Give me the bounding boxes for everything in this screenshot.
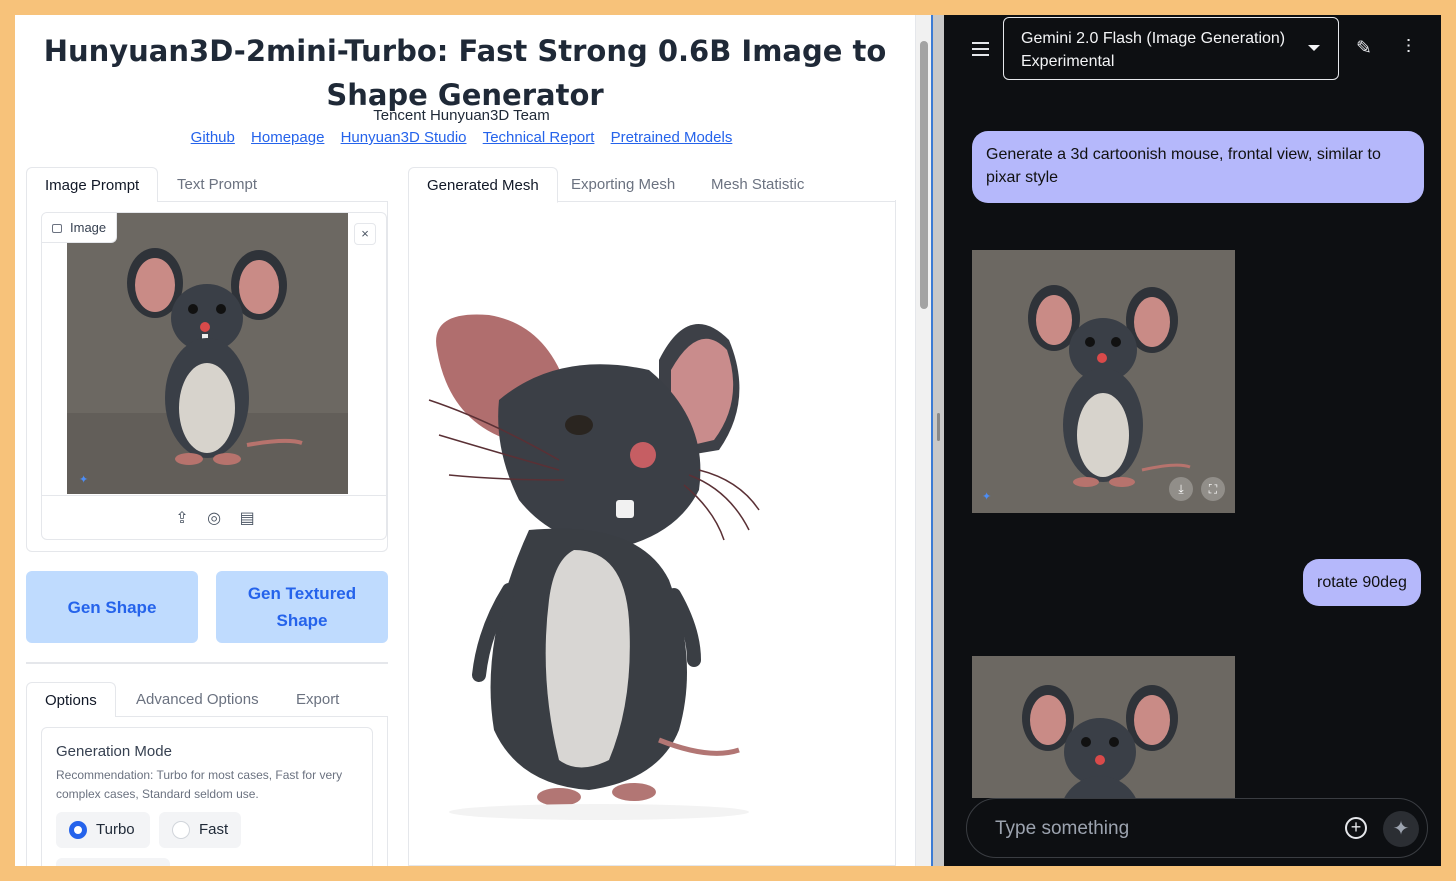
fullscreen-icon[interactable]: ⛶	[1201, 477, 1225, 501]
user-message: rotate 90deg	[1303, 559, 1421, 606]
link-homepage[interactable]: Homepage	[251, 129, 324, 146]
tab-mesh-statistic[interactable]: Mesh Statistic	[693, 167, 822, 202]
image-source-toolbar: ⇪ ◎ ▤	[42, 495, 386, 539]
menu-icon[interactable]	[972, 42, 989, 60]
edit-icon[interactable]: ✎	[1356, 37, 1372, 60]
radio-fast[interactable]: Fast	[159, 812, 241, 848]
sparkle-icon: ✦	[982, 491, 992, 503]
section-divider	[26, 662, 388, 664]
output-tabbar: Generated Mesh Exporting Mesh Mesh Stati…	[408, 167, 896, 203]
upload-icon[interactable]: ⇪	[175, 508, 188, 528]
generated-image[interactable]	[972, 656, 1235, 798]
radio-dot	[69, 821, 87, 839]
splitter-grip[interactable]	[937, 413, 940, 441]
model-selector[interactable]: Gemini 2.0 Flash (Image Generation) Expe…	[1003, 17, 1339, 80]
gemini-chat: Gemini 2.0 Flash (Image Generation) Expe…	[944, 15, 1441, 866]
tab-options[interactable]: Options	[26, 682, 116, 718]
radio-dot	[172, 821, 190, 839]
tab-text-prompt[interactable]: Text Prompt	[159, 167, 275, 202]
chat-input[interactable]	[995, 815, 1325, 843]
sparkle-icon[interactable]: ✦	[1383, 811, 1419, 847]
pane-splitter[interactable]	[931, 15, 944, 866]
page-title: Hunyuan3D-2mini-Turbo: Fast Strong 0.6B …	[43, 34, 887, 112]
tune-icon[interactable]: ⫶	[1406, 37, 1411, 59]
link-studio[interactable]: Hunyuan3D Studio	[341, 129, 467, 146]
scrollbar-thumb[interactable]	[920, 41, 928, 309]
generated-mouse-mesh	[428, 314, 760, 820]
download-icon[interactable]: ⤓	[1169, 477, 1193, 501]
tab-exporting-mesh[interactable]: Exporting Mesh	[553, 167, 693, 202]
chevron-down-icon	[1308, 45, 1320, 51]
clear-image-button[interactable]: ×	[354, 223, 376, 245]
gemini-mouse-image-2	[972, 656, 1235, 798]
generation-mode-info: Recommendation: Turbo for most cases, Fa…	[56, 768, 343, 801]
team-name: Tencent Hunyuan3D Team	[373, 107, 550, 124]
generated-image[interactable]: ✦ ⤓ ⛶	[972, 250, 1235, 513]
tab-export[interactable]: Export	[278, 682, 357, 717]
link-pretrained-models[interactable]: Pretrained Models	[611, 129, 733, 146]
webcam-icon[interactable]: ◎	[207, 508, 221, 528]
link-technical-report[interactable]: Technical Report	[483, 129, 595, 146]
link-row: Github Homepage Hunyuan3D Studio Technic…	[15, 129, 908, 146]
mesh-viewer[interactable]	[408, 200, 896, 866]
options-tabbar: Options Advanced Options Export	[26, 682, 388, 718]
clipboard-icon[interactable]: ▤	[240, 508, 255, 528]
image-icon	[52, 224, 62, 233]
sparkle-icon: ✦	[79, 474, 88, 486]
gen-textured-shape-button[interactable]: Gen Textured Shape	[216, 571, 388, 643]
uploaded-mouse-image: ✦	[67, 213, 348, 494]
user-message: Generate a 3d cartoonish mouse, frontal …	[972, 131, 1424, 203]
radio-turbo[interactable]: Turbo	[56, 812, 150, 848]
tab-generated-mesh[interactable]: Generated Mesh	[408, 167, 558, 203]
gemini-mouse-image	[972, 250, 1235, 513]
model-name: Gemini 2.0 Flash (Image Generation) Expe…	[1021, 30, 1286, 70]
link-github[interactable]: Github	[191, 129, 235, 146]
add-icon[interactable]: +	[1345, 817, 1367, 839]
radio-next[interactable]	[56, 858, 170, 866]
image-label: Image	[42, 213, 118, 243]
generation-mode-group: Generation Mode Recommendation: Turbo fo…	[41, 727, 373, 866]
prompt-tabbar: Image Prompt Text Prompt	[26, 167, 388, 203]
image-input[interactable]: Image × ✦ ⇪ ◎ ▤	[41, 212, 387, 540]
gradio-app: Hunyuan3D-2mini-Turbo: Fast Strong 0.6B …	[15, 15, 931, 866]
tab-image-prompt[interactable]: Image Prompt	[26, 167, 159, 203]
page-scrollbar[interactable]	[915, 15, 931, 866]
tab-advanced-options[interactable]: Advanced Options	[118, 682, 277, 717]
generation-mode-title: Generation Mode	[56, 743, 172, 760]
gen-shape-button[interactable]: Gen Shape	[26, 571, 198, 643]
chat-input-bar: + ✦	[966, 798, 1428, 858]
